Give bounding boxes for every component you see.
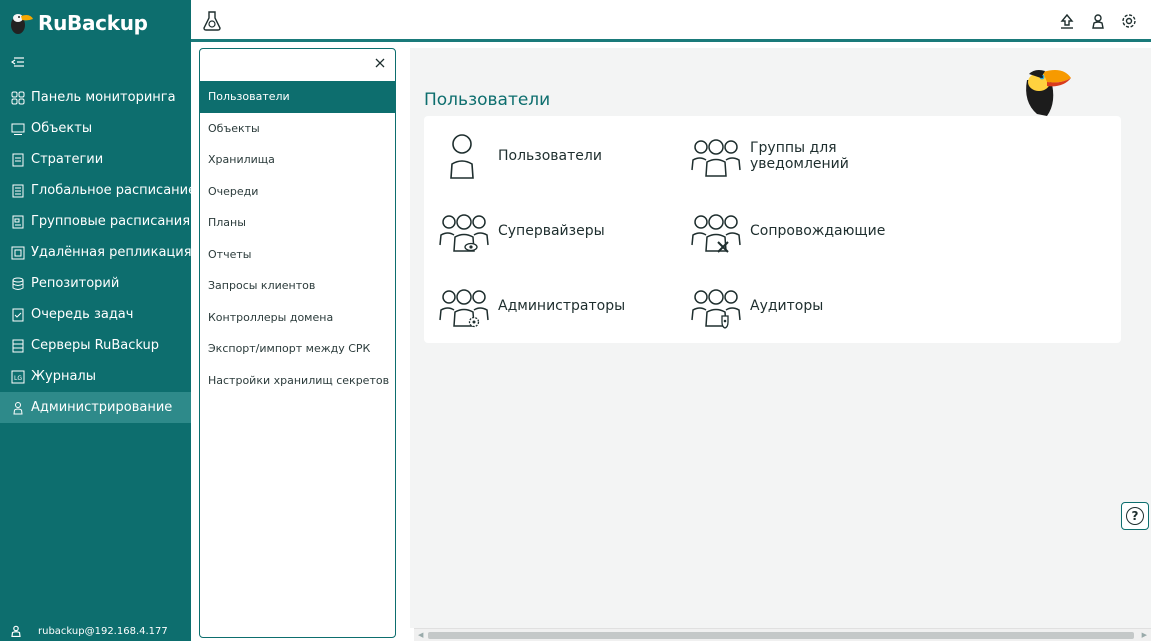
document-icon bbox=[12, 153, 24, 166]
tile-label-line2: уведомлений bbox=[750, 156, 849, 172]
submenu-item-export-import[interactable]: Экспорт/импорт между СРК bbox=[200, 333, 395, 365]
nav-label: Стратегии bbox=[31, 152, 104, 167]
submenu-item-storages[interactable]: Хранилища bbox=[200, 144, 395, 176]
page-title: Пользователи bbox=[424, 90, 551, 110]
nav-item-global-schedule[interactable]: Глобальное расписание bbox=[0, 175, 196, 206]
tile-label-line1: Группы для bbox=[750, 140, 837, 156]
tile-label: Администраторы bbox=[498, 298, 626, 314]
settings-gear-icon[interactable] bbox=[1120, 12, 1138, 30]
submenu-item-reports[interactable]: Отчеты bbox=[200, 239, 395, 271]
nav-item-objects[interactable]: Объекты bbox=[0, 113, 191, 144]
auditor-group-icon bbox=[691, 289, 741, 329]
collapse-menu-icon[interactable] bbox=[11, 55, 25, 69]
administration-submenu: Пользователи Объекты Хранилища Очереди П… bbox=[199, 48, 396, 638]
group-schedule-icon bbox=[12, 215, 24, 228]
svg-text:LG: LG bbox=[14, 375, 22, 382]
nav-item-logs[interactable]: LG Журналы bbox=[0, 361, 191, 392]
tile-label: Пользователи bbox=[498, 148, 602, 164]
user-icon bbox=[11, 625, 21, 637]
scroll-left-icon[interactable]: ◀ bbox=[418, 631, 423, 639]
tile-notification-groups[interactable]: Группы для уведомлений bbox=[690, 132, 849, 180]
nav-label: Групповые расписания bbox=[31, 214, 191, 229]
nav-label: Репозиторий bbox=[31, 276, 120, 291]
list-icon bbox=[12, 184, 24, 197]
brand-logo[interactable]: RuBackup bbox=[0, 0, 191, 45]
submenu-item-queues[interactable]: Очереди bbox=[200, 176, 395, 208]
top-bar bbox=[191, 0, 1151, 42]
horizontal-scrollbar[interactable]: ◀ ▶ bbox=[414, 628, 1151, 641]
nav-label: Очередь задач bbox=[31, 307, 134, 322]
scrollbar-thumb[interactable] bbox=[428, 632, 1134, 639]
nav-item-task-queue[interactable]: Очередь задач bbox=[0, 299, 191, 330]
nav-item-remote-replication[interactable]: Удалённая репликация bbox=[0, 237, 192, 268]
nav-label: Глобальное расписание bbox=[31, 183, 197, 198]
brand-name: RuBackup bbox=[38, 10, 148, 35]
admin-group-icon bbox=[439, 289, 489, 328]
supervisor-group-icon bbox=[439, 214, 489, 252]
tile-label: Группы для уведомлений bbox=[750, 140, 849, 172]
current-user[interactable]: rubackup@192.168.4.177 bbox=[10, 625, 168, 637]
submenu-item-secret-storage-settings[interactable]: Настройки хранилищ секретов bbox=[200, 365, 395, 397]
upload-icon[interactable] bbox=[1058, 12, 1076, 30]
nav-item-strategies[interactable]: Стратегии bbox=[0, 144, 191, 175]
tile-label: Сопровождающие bbox=[750, 223, 886, 239]
submenu-item-plans[interactable]: Планы bbox=[200, 207, 395, 239]
nav-item-administration[interactable]: Администрирование bbox=[0, 392, 191, 423]
tile-maintainers[interactable]: Сопровождающие bbox=[690, 207, 885, 255]
user-profile-icon[interactable] bbox=[1089, 12, 1107, 30]
help-icon: ? bbox=[1126, 507, 1144, 525]
user-icon bbox=[450, 134, 474, 179]
tile-auditors[interactable]: Аудиторы bbox=[690, 282, 823, 330]
admin-users-icon bbox=[13, 401, 23, 414]
tile-supervisors[interactable]: Супервайзеры bbox=[438, 207, 605, 255]
log-icon: LG bbox=[11, 370, 25, 383]
submenu-header bbox=[200, 49, 395, 81]
nav-label: Панель мониторинга bbox=[31, 90, 176, 105]
submenu-item-users[interactable]: Пользователи bbox=[200, 81, 395, 113]
users-category-card: Пользователи Группы для уведомлений Супе… bbox=[424, 116, 1121, 343]
user-login: rubackup@192.168.4.177 bbox=[38, 625, 168, 637]
toucan-logo-icon bbox=[11, 13, 33, 34]
submenu-item-client-requests[interactable]: Запросы клиентов bbox=[200, 270, 395, 302]
user-group-icon bbox=[691, 139, 741, 177]
database-icon bbox=[12, 277, 24, 290]
close-icon[interactable] bbox=[374, 57, 386, 69]
replication-icon bbox=[11, 246, 25, 259]
nav-label: Администрирование bbox=[31, 400, 173, 415]
dashboard-icon bbox=[11, 91, 25, 104]
nav-label: Удалённая репликация bbox=[31, 245, 192, 260]
toucan-mascot-icon bbox=[1025, 70, 1071, 118]
nav-label: Серверы RuBackup bbox=[31, 338, 159, 353]
monitor-icon bbox=[11, 123, 25, 135]
nav-item-monitoring[interactable]: Панель мониторинга bbox=[0, 82, 191, 113]
help-button[interactable]: ? bbox=[1121, 502, 1149, 530]
maintainer-group-icon bbox=[691, 214, 741, 253]
sidebar: Панель мониторинга Объекты Стратегии Гло… bbox=[0, 45, 196, 641]
nav-label: Объекты bbox=[31, 121, 93, 136]
nav-item-repository[interactable]: Репозиторий bbox=[0, 268, 191, 299]
submenu-item-domain-controllers[interactable]: Контроллеры домена bbox=[200, 302, 395, 334]
submenu-item-objects[interactable]: Объекты bbox=[200, 113, 395, 145]
tile-administrators[interactable]: Администраторы bbox=[438, 282, 625, 330]
tile-label: Аудиторы bbox=[750, 298, 824, 314]
server-icon bbox=[12, 339, 24, 352]
scroll-right-icon[interactable]: ▶ bbox=[1142, 631, 1147, 639]
task-queue-icon bbox=[12, 308, 24, 321]
lab-flask-icon[interactable] bbox=[201, 10, 223, 32]
nav-label: Журналы bbox=[31, 369, 96, 384]
tile-label: Супервайзеры bbox=[498, 223, 605, 239]
tile-users[interactable]: Пользователи bbox=[438, 132, 602, 180]
nav-item-servers[interactable]: Серверы RuBackup bbox=[0, 330, 191, 361]
main-navigation: Панель мониторинга Объекты Стратегии Гло… bbox=[0, 82, 196, 423]
nav-item-group-schedules[interactable]: Групповые расписания bbox=[0, 206, 191, 237]
